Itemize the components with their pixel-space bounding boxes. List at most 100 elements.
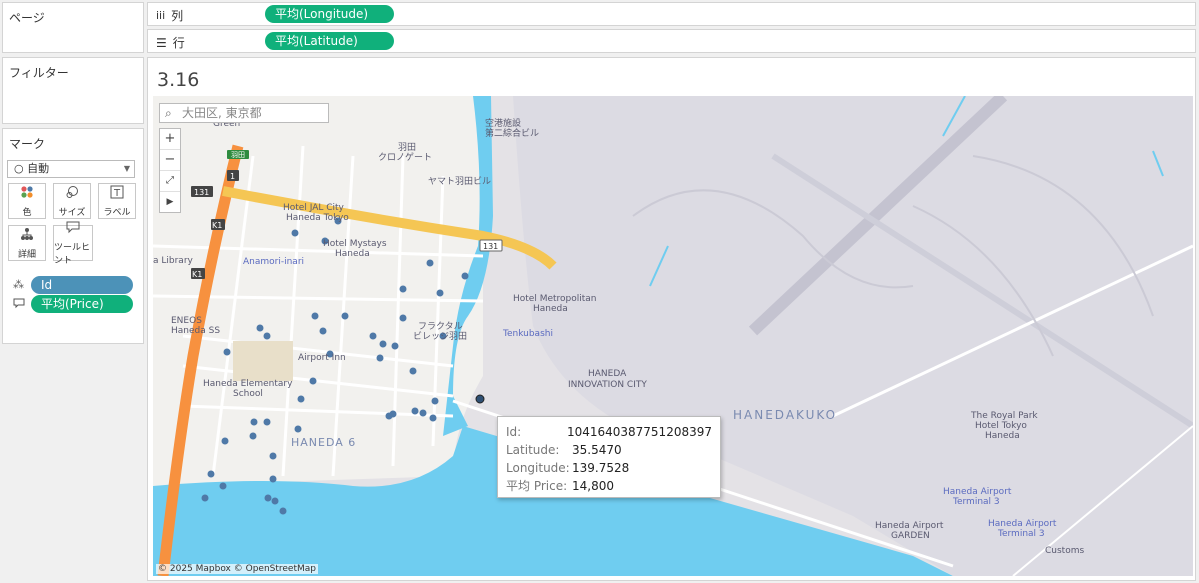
map-label-fractal-1: フラクタル <box>418 321 463 332</box>
map-label-t3b-1: Haneda Airport <box>988 519 1057 529</box>
map-label-yamato: ヤマト羽田ビル <box>428 176 491 187</box>
tooltip-value-latitude: 35.5470 <box>572 443 622 457</box>
columns-icon: iii <box>156 9 166 22</box>
color-icon <box>20 185 34 203</box>
map-label-library: a Library <box>153 256 194 266</box>
mark-type-dropdown[interactable]: ○ 自動 ▼ <box>7 160 135 178</box>
detail-icon <box>20 227 34 245</box>
route-shield-131b: 131 <box>483 242 498 251</box>
tooltip-button[interactable]: ツールヒント <box>53 221 93 266</box>
map-label-school-2: School <box>233 389 263 399</box>
tooltip-row: Id: 1041640387751208397 <box>506 423 712 441</box>
tooltip-value-id: 1041640387751208397 <box>566 425 712 439</box>
expand-controls-button[interactable]: ▶ <box>160 192 180 212</box>
id-field-pill[interactable]: Id <box>31 276 133 294</box>
tooltip-key-price: 平均 Price: <box>506 479 568 493</box>
price-field-pill[interactable]: 平均(Price) <box>31 295 133 313</box>
map-label-t3b-2: Terminal 3 <box>997 529 1045 539</box>
rows-shelf: ☰ 行 平均(Latitude) <box>147 29 1196 53</box>
map-label-hotel-jal-2: Haneda Tokyo <box>286 213 349 223</box>
tooltip-row: 平均 Price: 14,800 <box>506 477 712 495</box>
color-label: 色 <box>22 207 32 218</box>
map-search-placeholder: 大田区, 東京都 <box>182 106 262 120</box>
map-canvas: HANEDA 6 HANEDAKUKO Haneda Elementary Sc… <box>153 96 1193 576</box>
pages-panel: ページ <box>2 2 144 53</box>
detail-button[interactable]: 詳細 <box>8 225 46 261</box>
rows-shelf-label: 行 <box>172 36 185 50</box>
map-label-innovation-1: HANEDA <box>588 369 627 379</box>
map-search-input[interactable]: ⌕ 大田区, 東京都 <box>159 103 329 123</box>
map-label-tenkubashi: Tenkubashi <box>502 329 553 339</box>
map-label-eneos-1: ENEOS <box>171 316 202 326</box>
route-shield-1: 1 <box>230 172 235 181</box>
tooltip-label: ツールヒント <box>54 243 91 266</box>
tooltip-icon <box>13 297 25 312</box>
search-icon: ⌕ <box>165 106 172 120</box>
route-shield-k1b: K1 <box>192 270 202 279</box>
size-label: サイズ <box>58 207 86 218</box>
chevron-down-icon: ▼ <box>123 164 130 173</box>
map-label-metropolitan-2: Haneda <box>533 304 568 314</box>
columns-shelf: iii 列 平均(Longitude) <box>147 2 1196 26</box>
map-label-innovation-2: INNOVATION CITY <box>568 380 647 390</box>
map-controls: + − ⤢ ▶ <box>159 128 181 213</box>
map-label-kuko-2: 第二綜合ビル <box>485 127 539 139</box>
svg-text:T: T <box>113 188 121 199</box>
map-label-kuro-2: クロノゲート <box>378 151 432 163</box>
map-view[interactable]: HANEDA 6 HANEDAKUKO Haneda Elementary Sc… <box>153 96 1193 576</box>
detail-icon: ⁂ <box>13 278 24 291</box>
tooltip-row: Longitude: 139.7528 <box>506 459 712 477</box>
map-label-garden-1: Haneda Airport <box>875 521 944 531</box>
map-label-haneda6: HANEDA 6 <box>291 436 356 449</box>
map-label-airportinn: Airport Inn <box>298 353 346 363</box>
columns-shelf-label-wrap: iii 列 <box>156 7 183 24</box>
map-label-customs: Customs <box>1045 546 1084 556</box>
map-label-royalpark-1: The Royal Park <box>970 411 1038 421</box>
route-shield-k1a: K1 <box>212 221 222 230</box>
filters-panel-title: フィルター <box>9 66 69 80</box>
map-label-anamori: Anamori-inari <box>243 257 304 267</box>
map-label-t3a-1: Haneda Airport <box>943 487 1012 497</box>
map-label-t3a-2: Terminal 3 <box>952 497 1000 507</box>
marks-panel-title: マーク <box>9 137 46 151</box>
pages-panel-title: ページ <box>9 11 45 25</box>
selected-mark <box>475 394 485 404</box>
label-button[interactable]: T ラベル <box>98 183 136 219</box>
map-label-kuro-1: 羽田 <box>398 142 416 153</box>
size-icon <box>65 185 79 203</box>
map-label-school-1: Haneda Elementary <box>203 379 293 389</box>
mark-tooltip: Id: 1041640387751208397 Latitude: 35.547… <box>497 416 721 498</box>
view-title: 3.16 <box>157 69 200 91</box>
tooltip-icon <box>66 220 80 238</box>
zoom-out-button[interactable]: − <box>160 150 180 171</box>
size-button[interactable]: サイズ <box>53 183 91 219</box>
latitude-pill[interactable]: 平均(Latitude) <box>265 32 394 50</box>
filters-panel: フィルター <box>2 57 144 124</box>
map-label-metropolitan-1: Hotel Metropolitan <box>513 294 597 304</box>
columns-shelf-label: 列 <box>171 9 184 23</box>
map-label-royalpark-3: Haneda <box>985 431 1020 441</box>
rows-icon: ☰ <box>156 35 167 50</box>
longitude-pill[interactable]: 平均(Longitude) <box>265 5 394 23</box>
pan-icon[interactable]: ⤢ <box>160 171 180 192</box>
map-label-hanedakuko: HANEDAKUKO <box>733 408 837 422</box>
zoom-in-button[interactable]: + <box>160 129 180 150</box>
detail-label: 詳細 <box>17 249 36 260</box>
mark-type-value: 自動 <box>27 162 50 175</box>
tooltip-key-latitude: Latitude: <box>506 443 560 457</box>
map-attribution: © 2025 Mapbox © OpenStreetMap <box>156 564 318 574</box>
map-label-fractal-2: ビレッジ羽田 <box>413 331 467 342</box>
tooltip-value-longitude: 139.7528 <box>572 461 630 475</box>
tooltip-key-id: Id: <box>506 425 522 439</box>
color-button[interactable]: 色 <box>8 183 46 219</box>
tooltip-row: Latitude: 35.5470 <box>506 441 712 459</box>
map-label-royalpark-2: Hotel Tokyo <box>975 421 1027 431</box>
map-label-kuko-1: 空港施設 <box>485 117 521 129</box>
map-label-eneos-2: Haneda SS <box>171 326 220 336</box>
circle-icon: ○ <box>14 162 24 175</box>
route-shield-131a: 131 <box>194 188 209 197</box>
label-label: ラベル <box>103 207 131 218</box>
map-label-mystays-2: Haneda <box>335 249 370 259</box>
map-label-mystays-1: Hotel Mystays <box>323 239 387 249</box>
haneda-sign: 羽田 <box>231 151 245 159</box>
